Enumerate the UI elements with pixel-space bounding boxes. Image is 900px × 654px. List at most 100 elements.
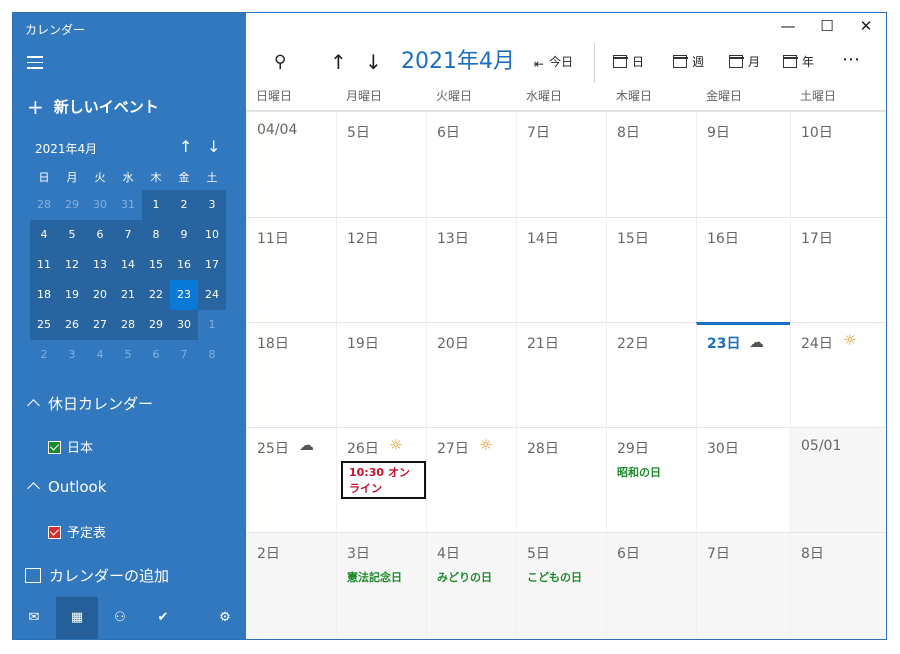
mini-calendar-day[interactable]: 29: [142, 310, 170, 340]
mini-calendar-day[interactable]: 20: [86, 280, 114, 310]
day-cell[interactable]: 4日 みどりの日: [426, 532, 516, 639]
mini-calendar-day[interactable]: 17: [198, 250, 226, 280]
day-cell[interactable]: 24日 ☼: [790, 322, 886, 427]
mini-calendar-day[interactable]: 22: [142, 280, 170, 310]
day-cell[interactable]: 3日 憲法記念日: [336, 532, 426, 639]
mini-calendar-day[interactable]: 15: [142, 250, 170, 280]
day-cell[interactable]: 26日 ☼ 10:30 オンライン: [336, 427, 426, 532]
day-cell[interactable]: 05/01: [790, 427, 886, 532]
day-cell[interactable]: 28日: [516, 427, 606, 532]
mini-calendar-day[interactable]: 9: [170, 220, 198, 250]
day-cell[interactable]: 8日: [606, 111, 696, 217]
mini-calendar-day[interactable]: 10: [198, 220, 226, 250]
people-icon[interactable]: ⚇: [99, 597, 141, 639]
mini-calendar-day[interactable]: 4: [30, 220, 58, 250]
previous-month-arrow-icon[interactable]: ↑: [330, 43, 347, 81]
mini-calendar-day[interactable]: 16: [170, 250, 198, 280]
day-cell[interactable]: 30日: [696, 427, 790, 532]
mail-icon[interactable]: ✉: [13, 597, 55, 639]
holiday-calendar-section-toggle[interactable]: 休日カレンダー: [27, 393, 153, 414]
day-cell[interactable]: 5日 こどもの日: [516, 532, 606, 639]
day-cell[interactable]: 29日 昭和の日: [606, 427, 696, 532]
search-icon[interactable]: ⚲: [274, 43, 286, 81]
day-cell[interactable]: 9日: [696, 111, 790, 217]
mini-calendar-day[interactable]: 3: [198, 190, 226, 220]
day-cell[interactable]: 12日: [336, 217, 426, 322]
day-cell[interactable]: 25日 ☁: [246, 427, 336, 532]
mini-calendar-day[interactable]: 31: [114, 190, 142, 220]
mini-calendar-day[interactable]: 8: [142, 220, 170, 250]
mini-calendar-month[interactable]: 2021年4月: [35, 140, 97, 157]
calendar-item-schedule[interactable]: 予定表: [48, 522, 106, 541]
month-view-button[interactable]: 月: [728, 43, 760, 81]
day-cell[interactable]: 5日: [336, 111, 426, 217]
day-cell[interactable]: 21日: [516, 322, 606, 427]
calendar-item-japan[interactable]: 日本: [48, 437, 93, 456]
mini-calendar-day[interactable]: 11: [30, 250, 58, 280]
day-cell[interactable]: 20日: [426, 322, 516, 427]
calendar-icon[interactable]: ▦: [56, 597, 98, 639]
mini-calendar-day[interactable]: 19: [58, 280, 86, 310]
mini-calendar-day[interactable]: 26: [58, 310, 86, 340]
minimize-icon[interactable]: —: [770, 17, 806, 35]
month-title[interactable]: 2021年4月: [401, 43, 515, 81]
mini-calendar-day[interactable]: 14: [114, 250, 142, 280]
mini-calendar-day[interactable]: 28: [114, 310, 142, 340]
checkbox-checked-icon[interactable]: [48, 441, 61, 454]
mini-calendar-prev-arrow-icon[interactable]: ↑: [179, 137, 192, 156]
mini-calendar-day[interactable]: 5: [114, 340, 142, 370]
today-button[interactable]: ⇤ 今日: [534, 43, 573, 81]
day-cell[interactable]: 11日: [246, 217, 336, 322]
day-cell[interactable]: 04/04: [246, 111, 336, 217]
mini-calendar-day[interactable]: 4: [86, 340, 114, 370]
day-cell[interactable]: 16日: [696, 217, 790, 322]
mini-calendar-day[interactable]: 6: [86, 220, 114, 250]
day-cell[interactable]: 27日 ☼: [426, 427, 516, 532]
todo-icon[interactable]: ✔: [142, 597, 184, 639]
mini-calendar-day[interactable]: 3: [58, 340, 86, 370]
day-cell[interactable]: 19日: [336, 322, 426, 427]
day-cell[interactable]: 7日: [516, 111, 606, 217]
mini-calendar-day[interactable]: 24: [198, 280, 226, 310]
mini-calendar-day[interactable]: 13: [86, 250, 114, 280]
day-cell[interactable]: 10日: [790, 111, 886, 217]
mini-calendar-day[interactable]: 29: [58, 190, 86, 220]
settings-gear-icon[interactable]: ⚙: [204, 597, 246, 639]
mini-calendar-day[interactable]: 25: [30, 310, 58, 340]
new-event-button[interactable]: + 新しいイベント: [27, 95, 159, 119]
mini-calendar-day[interactable]: 6: [142, 340, 170, 370]
mini-calendar-day[interactable]: 12: [58, 250, 86, 280]
day-cell[interactable]: 18日: [246, 322, 336, 427]
checkbox-checked-icon[interactable]: [48, 526, 61, 539]
mini-calendar-day[interactable]: 2: [30, 340, 58, 370]
mini-calendar-day[interactable]: 2: [170, 190, 198, 220]
day-cell[interactable]: 7日: [696, 532, 790, 639]
day-cell[interactable]: 17日: [790, 217, 886, 322]
day-cell[interactable]: 13日: [426, 217, 516, 322]
more-options-icon[interactable]: ⋯: [842, 41, 861, 79]
add-calendar-button[interactable]: カレンダーの追加: [25, 565, 169, 586]
maximize-icon[interactable]: ☐: [809, 17, 845, 35]
mini-calendar-day[interactable]: 8: [198, 340, 226, 370]
day-cell[interactable]: 2日: [246, 532, 336, 639]
day-cell[interactable]: 22日: [606, 322, 696, 427]
year-view-button[interactable]: 年: [782, 43, 814, 81]
mini-calendar-day[interactable]: 7: [114, 220, 142, 250]
mini-calendar-day[interactable]: 28: [30, 190, 58, 220]
day-cell[interactable]: 15日: [606, 217, 696, 322]
outlook-section-toggle[interactable]: Outlook: [27, 478, 106, 496]
day-view-button[interactable]: 日: [612, 43, 644, 81]
mini-calendar-day[interactable]: 5: [58, 220, 86, 250]
mini-calendar-day[interactable]: 21: [114, 280, 142, 310]
calendar-event[interactable]: 10:30 オンライン: [341, 461, 426, 499]
mini-calendar-day[interactable]: 30: [86, 190, 114, 220]
mini-calendar-day[interactable]: 1: [198, 310, 226, 340]
mini-calendar-day[interactable]: 30: [170, 310, 198, 340]
mini-calendar-day[interactable]: 23: [170, 280, 198, 310]
hamburger-menu-icon[interactable]: [27, 56, 43, 69]
next-month-arrow-icon[interactable]: ↓: [365, 43, 382, 81]
week-view-button[interactable]: 週: [672, 43, 704, 81]
day-cell[interactable]: 6日: [426, 111, 516, 217]
day-cell[interactable]: 6日: [606, 532, 696, 639]
day-cell[interactable]: 14日: [516, 217, 606, 322]
